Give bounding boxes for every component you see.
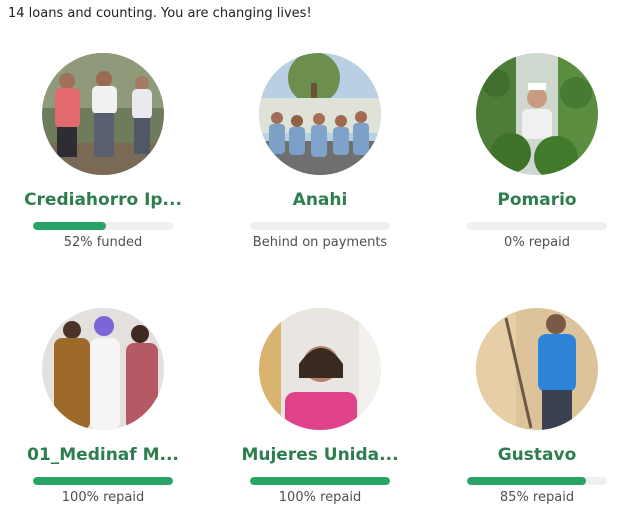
borrower-photo-image	[476, 308, 598, 430]
progress-bar	[467, 477, 607, 485]
loan-name[interactable]: Mujeres Unida...	[225, 445, 415, 465]
borrower-photo-image	[42, 308, 164, 430]
borrower-photo-image	[259, 308, 381, 430]
loan-name[interactable]: 01_Medinaf M...	[8, 445, 198, 465]
progress-fill	[250, 477, 390, 485]
loan-card[interactable]: 01_Medinaf M... 100% repaid	[8, 0, 198, 516]
progress-fill	[467, 477, 586, 485]
loan-status: 85% repaid	[499, 490, 575, 505]
loan-status: 100% repaid	[61, 490, 145, 505]
progress-bar	[250, 477, 390, 485]
loan-status: 100% repaid	[278, 490, 362, 505]
borrower-photo[interactable]	[476, 308, 598, 430]
progress-fill	[33, 477, 173, 485]
loan-card[interactable]: Mujeres Unida... 100% repaid	[225, 0, 415, 516]
progress-bar	[33, 477, 173, 485]
loan-card[interactable]: Gustavo 85% repaid	[442, 0, 624, 516]
loan-name[interactable]: Gustavo	[442, 445, 624, 465]
borrower-photo[interactable]	[42, 308, 164, 430]
borrower-photo[interactable]	[259, 308, 381, 430]
